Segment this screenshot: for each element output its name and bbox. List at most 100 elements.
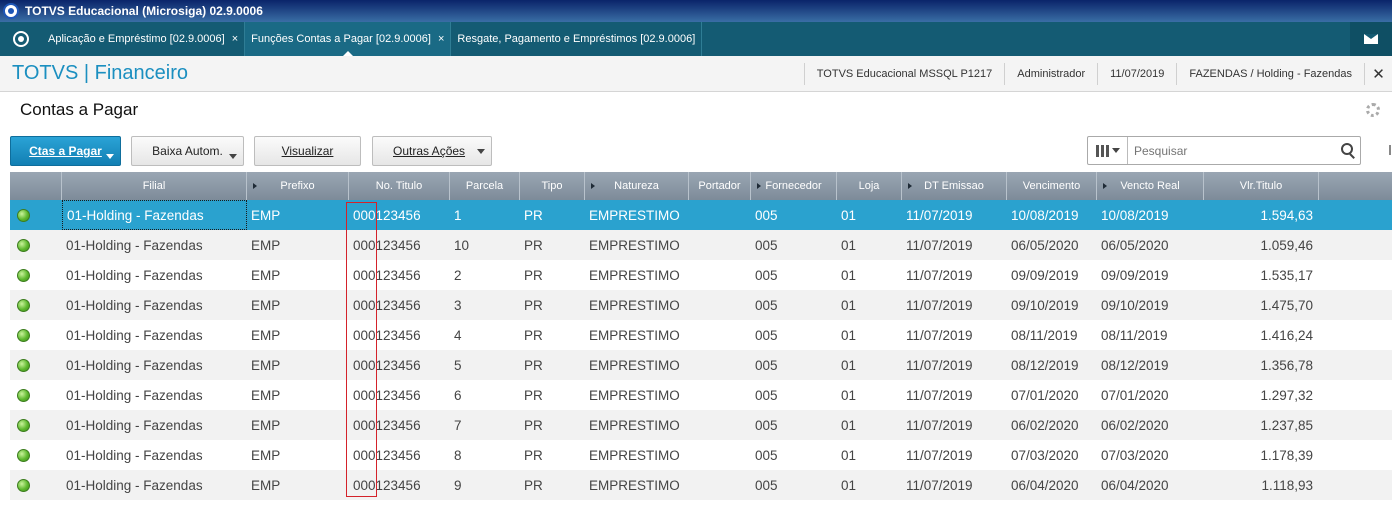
cell-prefixo[interactable]: EMP [247, 320, 349, 350]
cell-valor[interactable]: 1.178,39 [1204, 440, 1319, 470]
cell-natureza[interactable]: EMPRESTIMO [585, 290, 689, 320]
cell-vencto-real[interactable]: 09/09/2019 [1097, 260, 1204, 290]
cell-parcela[interactable]: 10 [450, 230, 520, 260]
table-row[interactable]: 01-Holding - Fazendas EMP 000123456 10 PR EMP… [10, 230, 1392, 260]
cell-vencimento[interactable]: 06/04/2020 [1007, 470, 1097, 500]
cell-parcela[interactable]: 4 [450, 320, 520, 350]
cell-tipo[interactable]: PR [520, 410, 585, 440]
cell-valor[interactable]: 1.118,93 [1204, 470, 1319, 500]
cell-titulo[interactable]: 000123456 [349, 380, 450, 410]
cell-natureza[interactable]: EMPRESTIMO [585, 470, 689, 500]
cell-tipo[interactable]: PR [520, 290, 585, 320]
cell-valor[interactable]: 1.594,63 [1204, 200, 1319, 230]
cell-emissao[interactable]: 11/07/2019 [902, 320, 1007, 350]
column-header-vlr-titulo[interactable]: Vlr.Titulo [1204, 172, 1319, 200]
tab-funcoes-contas-pagar[interactable]: Funções Contas a Pagar [02.9.0006] × [245, 22, 452, 56]
cell-fornecedor[interactable]: 005 [751, 470, 837, 500]
cell-fornecedor[interactable]: 005 [751, 320, 837, 350]
cell-vencto-real[interactable]: 06/04/2020 [1097, 470, 1204, 500]
cell-portador[interactable] [689, 200, 751, 230]
cell-vencto-real[interactable]: 10/08/2019 [1097, 200, 1204, 230]
cell-portador[interactable] [689, 260, 751, 290]
column-header-status[interactable] [10, 172, 62, 200]
cell-loja[interactable]: 01 [837, 290, 902, 320]
cell-portador[interactable] [689, 350, 751, 380]
column-header-prefixo[interactable]: Prefixo [247, 172, 349, 200]
home-button[interactable] [0, 22, 42, 56]
outras-acoes-button[interactable]: Outras Ações [372, 136, 492, 166]
cell-titulo[interactable]: 000123456 [349, 230, 450, 260]
cell-parcela[interactable]: 9 [450, 470, 520, 500]
cell-parcela[interactable]: 6 [450, 380, 520, 410]
cell-natureza[interactable]: EMPRESTIMO [585, 440, 689, 470]
cell-fornecedor[interactable]: 005 [751, 440, 837, 470]
cell-vencimento[interactable]: 09/10/2019 [1007, 290, 1097, 320]
cell-portador[interactable] [689, 320, 751, 350]
cell-vencimento[interactable]: 08/12/2019 [1007, 350, 1097, 380]
cell-vencto-real[interactable]: 09/10/2019 [1097, 290, 1204, 320]
column-header-tipo[interactable]: Tipo [520, 172, 585, 200]
cell-vencimento[interactable]: 06/02/2020 [1007, 410, 1097, 440]
cell-vencimento[interactable]: 08/11/2019 [1007, 320, 1097, 350]
cell-titulo[interactable]: 000123456 [349, 410, 450, 440]
cell-emissao[interactable]: 11/07/2019 [902, 260, 1007, 290]
cell-tipo[interactable]: PR [520, 230, 585, 260]
cell-portador[interactable] [689, 290, 751, 320]
cell-filial[interactable]: 01-Holding - Fazendas [62, 320, 247, 350]
cell-fornecedor[interactable]: 005 [751, 260, 837, 290]
cell-tipo[interactable]: PR [520, 470, 585, 500]
cell-loja[interactable]: 01 [837, 260, 902, 290]
close-module-icon[interactable]: ✕ [1364, 62, 1392, 85]
cell-filial[interactable]: 01-Holding - Fazendas [62, 200, 247, 230]
environment-info[interactable]: TOTVS Educacional MSSQL P1217 [803, 62, 1004, 85]
column-header-dt-emissao[interactable]: DT Emissao [902, 172, 1007, 200]
cell-fornecedor[interactable]: 005 [751, 350, 837, 380]
cell-titulo[interactable]: 000123456 [349, 350, 450, 380]
cell-prefixo[interactable]: EMP [247, 410, 349, 440]
cell-vencimento[interactable]: 09/09/2019 [1007, 260, 1097, 290]
cell-tipo[interactable]: PR [520, 350, 585, 380]
cell-titulo[interactable]: 000123456 [349, 290, 450, 320]
column-header-portador[interactable]: Portador [689, 172, 751, 200]
baixa-autom-button[interactable]: Baixa Autom. [131, 136, 244, 166]
cell-emissao[interactable]: 11/07/2019 [902, 440, 1007, 470]
cell-loja[interactable]: 01 [837, 230, 902, 260]
date-info[interactable]: 11/07/2019 [1097, 62, 1176, 85]
cell-valor[interactable]: 1.237,85 [1204, 410, 1319, 440]
table-row[interactable]: 01-Holding - Fazendas EMP 000123456 8 PR EMPR… [10, 440, 1392, 470]
cell-filial[interactable]: 01-Holding - Fazendas [62, 350, 247, 380]
close-icon[interactable]: × [232, 33, 238, 45]
cell-titulo[interactable]: 000123456 [349, 200, 450, 230]
cell-tipo[interactable]: PR [520, 320, 585, 350]
table-row[interactable]: 01-Holding - Fazendas EMP 000123456 2 PR EMPR… [10, 260, 1392, 290]
cell-filial[interactable]: 01-Holding - Fazendas [62, 440, 247, 470]
cell-valor[interactable]: 1.356,78 [1204, 350, 1319, 380]
cell-portador[interactable] [689, 470, 751, 500]
cell-parcela[interactable]: 3 [450, 290, 520, 320]
column-header-natureza[interactable]: Natureza [585, 172, 689, 200]
cell-prefixo[interactable]: EMP [247, 260, 349, 290]
cell-filial[interactable]: 01-Holding - Fazendas [62, 230, 247, 260]
cell-prefixo[interactable]: EMP [247, 350, 349, 380]
company-info[interactable]: FAZENDAS / Holding - Fazendas [1176, 62, 1364, 85]
cell-prefixo[interactable]: EMP [247, 200, 349, 230]
visualizar-button[interactable]: Visualizar [254, 136, 361, 166]
cell-vencto-real[interactable]: 07/01/2020 [1097, 380, 1204, 410]
search-column-selector[interactable] [1088, 137, 1128, 164]
cell-filial[interactable]: 01-Holding - Fazendas [62, 410, 247, 440]
search-icon[interactable] [1336, 139, 1360, 163]
cell-natureza[interactable]: EMPRESTIMO [585, 410, 689, 440]
cell-filial[interactable]: 01-Holding - Fazendas [62, 260, 247, 290]
cell-titulo[interactable]: 000123456 [349, 440, 450, 470]
cell-prefixo[interactable]: EMP [247, 440, 349, 470]
cell-prefixo[interactable]: EMP [247, 470, 349, 500]
cell-prefixo[interactable]: EMP [247, 230, 349, 260]
column-header-vencimento[interactable]: Vencimento [1007, 172, 1097, 200]
gear-icon[interactable] [1366, 103, 1380, 117]
table-row[interactable]: 01-Holding - Fazendas EMP 000123456 5 PR EMPR… [10, 350, 1392, 380]
cell-fornecedor[interactable]: 005 [751, 230, 837, 260]
cell-prefixo[interactable]: EMP [247, 380, 349, 410]
cell-titulo[interactable]: 000123456 [349, 260, 450, 290]
cell-vencimento[interactable]: 07/01/2020 [1007, 380, 1097, 410]
cell-filial[interactable]: 01-Holding - Fazendas [62, 380, 247, 410]
